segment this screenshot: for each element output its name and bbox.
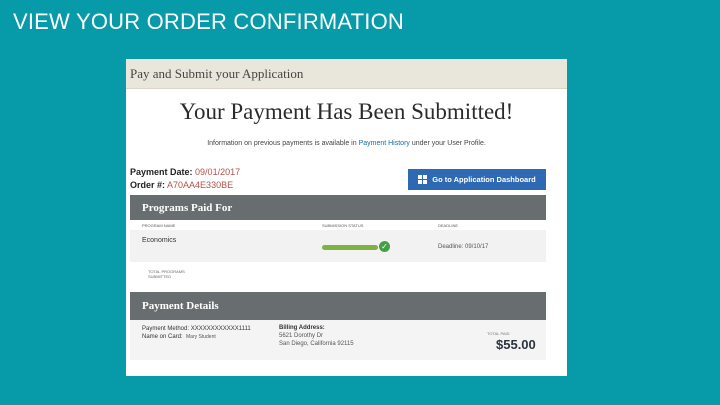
name-on-card-value: Mary Student [186,334,216,340]
column-header-submission-status: SUBMISSION STATUS [322,223,364,228]
dashboard-grid-icon [418,175,428,184]
submission-status-bar [322,245,378,250]
payment-history-link[interactable]: Payment History [359,140,410,147]
slide-title: VIEW YOUR ORDER CONFIRMATION [13,9,405,34]
payment-history-info: Information on previous payments is avai… [126,140,567,147]
payment-date-value: 09/01/2017 [195,167,241,177]
program-name: Economics [142,237,177,244]
payment-date: Payment Date: 09/01/2017 [130,167,240,177]
go-to-dashboard-button[interactable]: Go to Application Dashboard [408,169,546,190]
column-header-deadline: DEADLINE [438,223,459,228]
info-suffix: under your User Profile. [411,140,486,147]
app-header-title: Pay and Submit your Application [130,65,304,81]
app-header: Pay and Submit your Application [126,59,567,89]
billing-address-line2: San Diego, California 92115 [279,341,354,347]
total-paid-amount: $55.00 [496,337,536,352]
order-number: Order #: A70AA4E330BE [130,180,233,190]
payment-method-label: Payment Method: [142,326,190,332]
payment-date-label: Payment Date: [130,167,193,177]
page-headline: Your Payment Has Been Submitted! [179,99,514,124]
payment-method-value: XXXXXXXXXXXX1111 [190,326,251,332]
payment-details-header: Payment Details [130,292,546,320]
order-confirmation-screenshot: Pay and Submit your Application Your Pay… [126,59,567,376]
programs-section-header: Programs Paid For [130,195,546,220]
checkmark-icon: ✓ [379,241,390,252]
program-deadline: Deadline: 09/10/17 [438,244,489,250]
name-on-card-label: Name on Card: [142,334,183,340]
total-programs-label: TOTAL PROGRAMS SUBMITTED [148,269,185,279]
total-paid-label: TOTAL PAID [487,331,510,336]
dashboard-button-label: Go to Application Dashboard [432,175,536,184]
billing-address-line1: 5621 Dorothy Dr [279,333,324,339]
billing-address-label: Billing Address: [279,325,325,331]
column-header-program-name: PROGRAM NAME [142,223,176,228]
order-number-value: A70AA4E330BE [167,180,234,190]
info-prefix: Information on previous payments is avai… [207,140,357,147]
payment-method: Payment Method: XXXXXXXXXXXX1111 [142,326,251,332]
order-number-label: Order #: [130,180,166,190]
